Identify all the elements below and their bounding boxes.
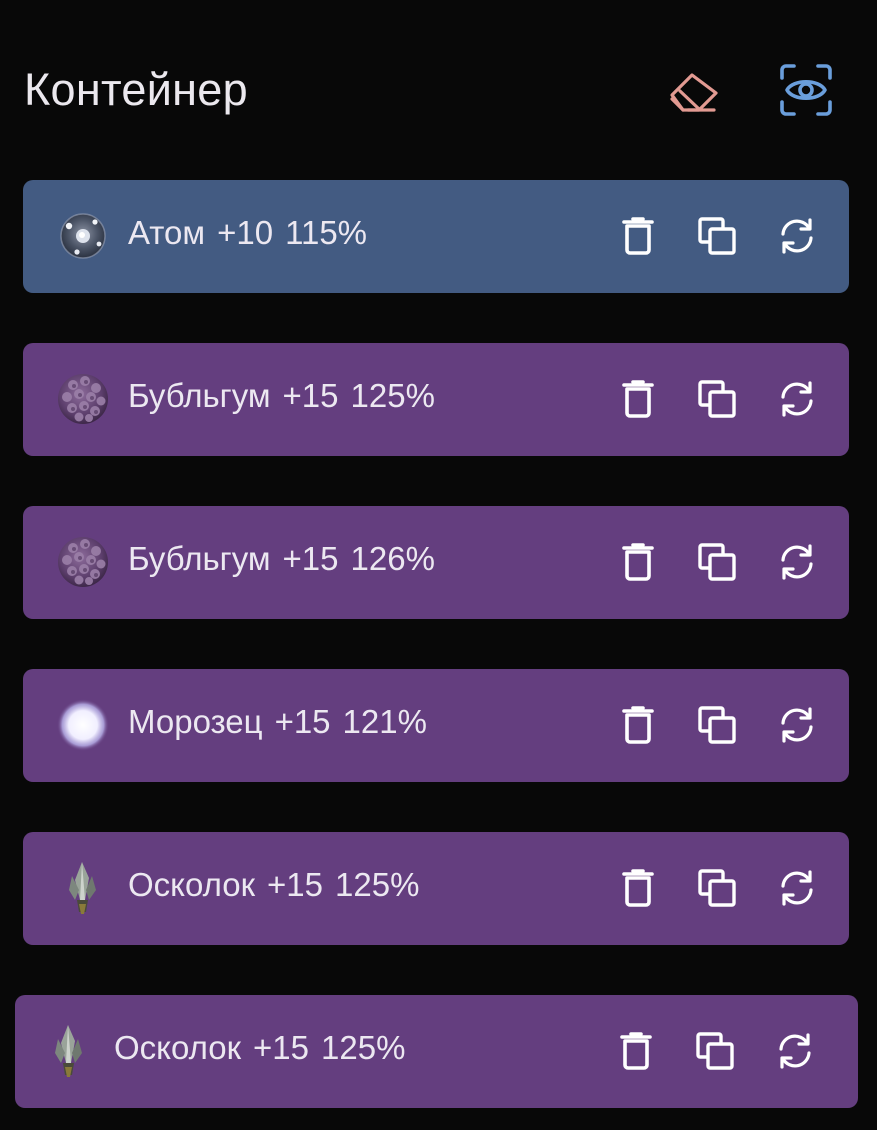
swap-button[interactable]	[774, 702, 820, 748]
swap-button[interactable]	[774, 539, 820, 585]
delete-button[interactable]	[615, 702, 661, 748]
shard-icon	[55, 860, 111, 916]
item-name: Осколок	[114, 1029, 242, 1066]
refresh-icon	[781, 544, 813, 580]
item-level: +15	[253, 1029, 310, 1066]
bubblegum-icon	[55, 371, 111, 427]
item-label: Морозец +15 121%	[128, 703, 439, 741]
trash-icon	[620, 1032, 652, 1070]
trash-icon	[622, 869, 654, 907]
copy-icon	[698, 543, 736, 581]
container-item[interactable]: Атом +10 115%	[23, 180, 849, 293]
item-percent: 115%	[285, 214, 368, 251]
view-toggle-button[interactable]	[776, 60, 836, 120]
item-percent: 125%	[350, 377, 435, 414]
refresh-icon	[779, 1033, 811, 1069]
container-item[interactable]: Осколок +15 125%	[15, 995, 858, 1108]
trash-icon	[622, 706, 654, 744]
swap-button[interactable]	[774, 213, 820, 259]
item-label: Бубльгум +15 126%	[128, 540, 447, 578]
refresh-icon	[781, 381, 813, 417]
refresh-icon	[781, 870, 813, 906]
delete-button[interactable]	[615, 376, 661, 422]
eraser-icon	[670, 73, 718, 112]
copy-icon	[698, 706, 736, 744]
item-percent: 126%	[350, 540, 435, 577]
item-name: Бубльгум	[128, 540, 271, 577]
duplicate-button[interactable]	[694, 213, 740, 259]
duplicate-button[interactable]	[694, 539, 740, 585]
delete-button[interactable]	[613, 1028, 659, 1074]
duplicate-button[interactable]	[694, 865, 740, 911]
refresh-icon	[781, 218, 813, 254]
duplicate-button[interactable]	[692, 1028, 738, 1074]
delete-button[interactable]	[615, 865, 661, 911]
container-item[interactable]: Бубльгум +15 125%	[23, 343, 849, 456]
copy-icon	[698, 869, 736, 907]
copy-icon	[696, 1032, 734, 1070]
item-level: +10	[217, 214, 274, 251]
eraser-button[interactable]	[664, 60, 724, 120]
page-title: Контейнер	[24, 64, 248, 115]
item-label: Осколок +15 125%	[114, 1029, 417, 1067]
item-percent: 121%	[342, 703, 427, 740]
delete-button[interactable]	[615, 539, 661, 585]
container-item[interactable]: Морозец +15 121%	[23, 669, 849, 782]
container-item[interactable]: Осколок +15 125%	[23, 832, 849, 945]
item-level: +15	[274, 703, 331, 740]
eye-scan-icon	[780, 64, 832, 116]
trash-icon	[622, 543, 654, 581]
item-name: Осколок	[128, 866, 256, 903]
shard-icon	[41, 1023, 97, 1079]
item-name: Атом	[128, 214, 206, 251]
item-percent: 125%	[321, 1029, 406, 1066]
item-level: +15	[267, 866, 324, 903]
atom-icon	[55, 208, 111, 264]
duplicate-button[interactable]	[694, 702, 740, 748]
bubblegum-icon	[55, 534, 111, 590]
trash-icon	[622, 217, 654, 255]
trash-icon	[622, 380, 654, 418]
delete-button[interactable]	[615, 213, 661, 259]
copy-icon	[698, 217, 736, 255]
item-label: Осколок +15 125%	[128, 866, 431, 904]
item-level: +15	[282, 540, 339, 577]
item-label: Атом +10 115%	[128, 214, 379, 252]
frost-icon	[55, 697, 111, 753]
duplicate-button[interactable]	[694, 376, 740, 422]
swap-button[interactable]	[774, 865, 820, 911]
copy-icon	[698, 380, 736, 418]
refresh-icon	[781, 707, 813, 743]
item-level: +15	[282, 377, 339, 414]
swap-button[interactable]	[774, 376, 820, 422]
item-name: Морозец	[128, 703, 263, 740]
item-name: Бубльгум	[128, 377, 271, 414]
item-label: Бубльгум +15 125%	[128, 377, 447, 415]
swap-button[interactable]	[772, 1028, 818, 1074]
container-item[interactable]: Бубльгум +15 126%	[23, 506, 849, 619]
item-percent: 125%	[335, 866, 420, 903]
